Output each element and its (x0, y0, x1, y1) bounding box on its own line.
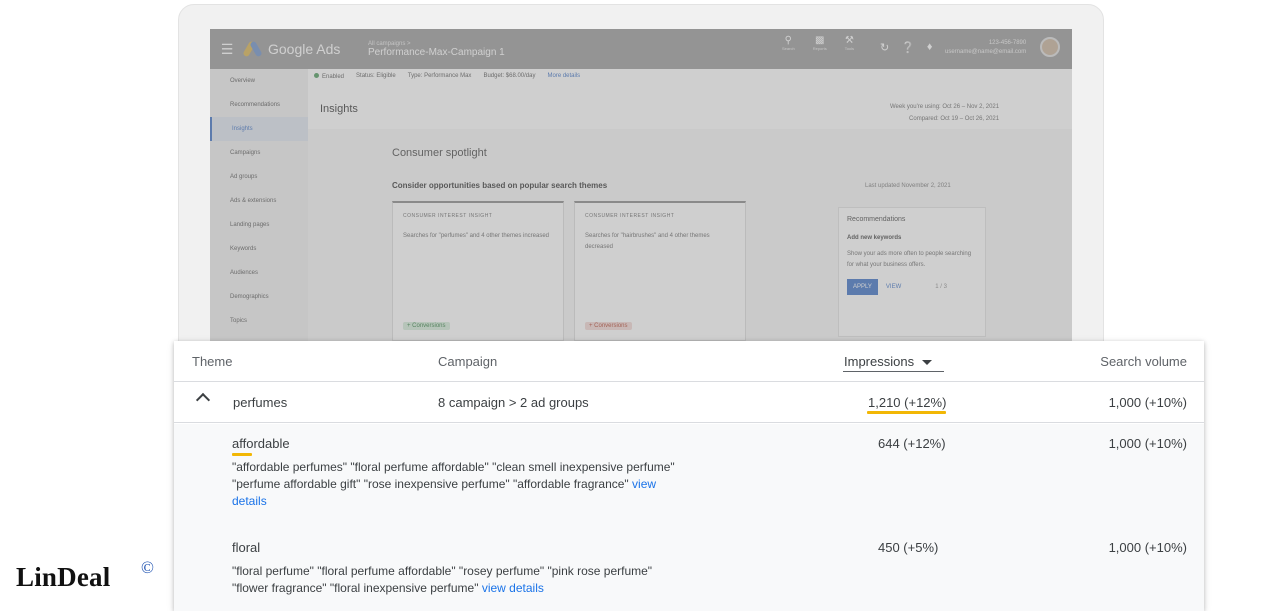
reports-label: Reports (812, 46, 827, 51)
nav-item-demographics[interactable]: Demographics (210, 285, 308, 309)
sub-theme-row[interactable]: floral "floral perfume" "floral perfume … (174, 528, 1204, 611)
nav-item-audiences[interactable]: Audiences (210, 261, 308, 285)
more-details-link[interactable]: More details (547, 73, 580, 80)
breadcrumb[interactable]: All campaigns > Performance-Max-Campaign… (368, 41, 505, 58)
recommendation-body: Show your ads more often to people searc… (847, 251, 972, 268)
search-volume-cell: 1,000 (+10%) (1108, 395, 1187, 410)
help-icon[interactable]: ❔ (901, 41, 915, 54)
nav-item-recommendations[interactable]: Recommendations (210, 93, 308, 117)
nav-item-ads-extensions[interactable]: Ads & extensions (210, 189, 308, 213)
campaign-budget: Budget: $68.00/day (483, 73, 536, 79)
enabled-label: Enabled (322, 74, 345, 80)
copyright-icon: © (141, 558, 154, 577)
ads-top-bar: ☰ Google Ads All campaigns > Performance… (210, 29, 1072, 69)
add-keywords-action: Add new keywords (847, 235, 902, 241)
view-details-link[interactable]: view details (482, 581, 544, 595)
nav-item-campaigns[interactable]: Campaigns (210, 141, 308, 165)
sort-descending-icon[interactable] (922, 360, 933, 366)
conversions-pill: + Conversions (403, 322, 450, 330)
column-header-search-volume[interactable]: Search volume (1100, 354, 1187, 369)
menu-icon[interactable]: ☰ (210, 41, 244, 58)
apply-button[interactable]: APPLY (847, 279, 878, 295)
sorted-column-underline (843, 371, 944, 372)
sub-theme-name: affordable (232, 436, 290, 451)
tools-icon[interactable]: ⚒ Tools (845, 35, 854, 51)
campaign-cell: 8 campaign > 2 ad groups (438, 395, 589, 410)
page-title: Insights (320, 103, 358, 115)
campaign-status-bar: Enabled Status: Eligible Type: Performan… (314, 73, 580, 80)
sub-theme-keywords: "floral perfume" "floral perfume afforda… (232, 563, 682, 597)
insight-card-head: CONSUMER INTEREST INSIGHT (585, 213, 675, 219)
avatar[interactable] (1040, 37, 1060, 57)
insight-card-head: CONSUMER INTEREST INSIGHT (403, 213, 493, 219)
search-label: Search (782, 46, 795, 51)
account-id: 123-456-7890 (988, 40, 1027, 46)
last-updated: Last updated November 2, 2021 (865, 183, 951, 189)
enabled-status[interactable]: Enabled (314, 73, 344, 80)
column-header-theme[interactable]: Theme (192, 354, 232, 369)
account-email: username@name@email.com (945, 49, 1027, 55)
column-header-impressions[interactable]: Impressions (844, 354, 933, 369)
search-icon[interactable]: ⚲ Search (782, 35, 795, 51)
insight-card[interactable]: CONSUMER INTEREST INSIGHT Searches for "… (574, 201, 746, 341)
top-tools: ⚲ Search ▩ Reports ⚒ Tools (782, 35, 854, 51)
table-header: Theme Campaign Impressions Search volume (174, 341, 1204, 382)
nav-item-landing-pages[interactable]: Landing pages (210, 213, 308, 237)
impressions-header-label: Impressions (844, 354, 915, 369)
nav-item-topics[interactable]: Topics (210, 309, 308, 333)
campaign-title[interactable]: Performance-Max-Campaign 1 (368, 47, 505, 58)
impressions-cell: 1,210 (+12%) (868, 395, 947, 410)
recommendations-title: Recommendations (847, 216, 906, 223)
google-ads-screen: ☰ Google Ads All campaigns > Performance… (210, 29, 1072, 365)
sub-search-volume-cell: 1,000 (+10%) (1108, 540, 1187, 555)
search-themes-table: Theme Campaign Impressions Search volume… (174, 341, 1204, 611)
laptop-frame: ☰ Google Ads All campaigns > Performance… (178, 4, 1104, 365)
nav-item-ad-groups[interactable]: Ad groups (210, 165, 308, 189)
enabled-dot-icon (314, 73, 319, 78)
sub-theme-name: floral (232, 540, 261, 555)
lindeal-watermark: LinDeal (16, 562, 111, 592)
sub-theme-highlight (232, 453, 252, 456)
campaign-type: Type: Performance Max (407, 73, 472, 79)
refresh-icon[interactable]: ↻ (880, 41, 889, 54)
sub-impressions-cell: 450 (+5%) (878, 540, 939, 555)
insight-card-body: Searches for "perfumes" and 4 other them… (403, 233, 550, 239)
chevron-up-icon[interactable] (195, 392, 211, 408)
nav-item-overview[interactable]: Overview (210, 69, 308, 93)
side-nav: Overview Recommendations Insights Campai… (210, 69, 308, 365)
view-button[interactable]: VIEW (886, 284, 901, 290)
app-name: Google Ads (268, 41, 341, 57)
table-row[interactable]: perfumes 8 campaign > 2 ad groups 1,210 … (174, 383, 1204, 423)
google-ads-logo-icon (242, 40, 263, 58)
eligibility-status: Status: Eligible (356, 73, 396, 79)
tools-label: Tools (844, 46, 855, 51)
sub-theme-keywords: "affordable perfumes" "floral perfume af… (232, 459, 682, 510)
keyword-list: "affordable perfumes" "floral perfume af… (232, 460, 675, 491)
section-subtitle: Consider opportunities based on popular … (392, 181, 608, 190)
impressions-highlight (867, 411, 946, 414)
recommendation-pager[interactable]: 1 / 3 (935, 284, 947, 290)
conversions-pill: + Conversions (585, 322, 632, 330)
theme-cell: perfumes (233, 395, 288, 410)
recommendations-card: Recommendations Add new keywords Show yo… (838, 207, 986, 337)
section-title: Consumer spotlight (392, 147, 487, 159)
date-range: Week you're using: Oct 26 – Nov 2, 2021 (890, 104, 1000, 110)
sub-impressions-cell: 644 (+12%) (878, 436, 946, 451)
sub-theme-row[interactable]: affordable "affordable perfumes" "floral… (174, 424, 1204, 528)
account-info[interactable]: 123-456-7890 username@name@email.com (945, 39, 1026, 57)
bell-icon[interactable]: ♦ (927, 41, 933, 54)
column-header-campaign[interactable]: Campaign (438, 354, 497, 369)
compared-range: Compared: Oct 19 – Oct 26, 2021 (909, 116, 1000, 122)
sub-search-volume-cell: 1,000 (+10%) (1108, 436, 1187, 451)
date-range-picker[interactable]: Week you're using: Oct 26 – Nov 2, 2021 … (890, 101, 999, 125)
recommendation-actions: APPLY VIEW 1 / 3 (847, 279, 977, 295)
nav-item-insights[interactable]: Insights (210, 117, 308, 141)
reports-icon[interactable]: ▩ Reports (813, 35, 827, 51)
insight-card[interactable]: CONSUMER INTEREST INSIGHT Searches for "… (392, 201, 564, 341)
utility-icons: ↻ ❔ ♦ (880, 41, 933, 54)
keyword-list: "floral perfume" "floral perfume afforda… (232, 564, 653, 595)
insight-card-body: Searches for "hairbrushes" and 4 other t… (585, 233, 710, 250)
nav-item-keywords[interactable]: Keywords (210, 237, 308, 261)
google-ads-logo: Google Ads (242, 40, 356, 58)
